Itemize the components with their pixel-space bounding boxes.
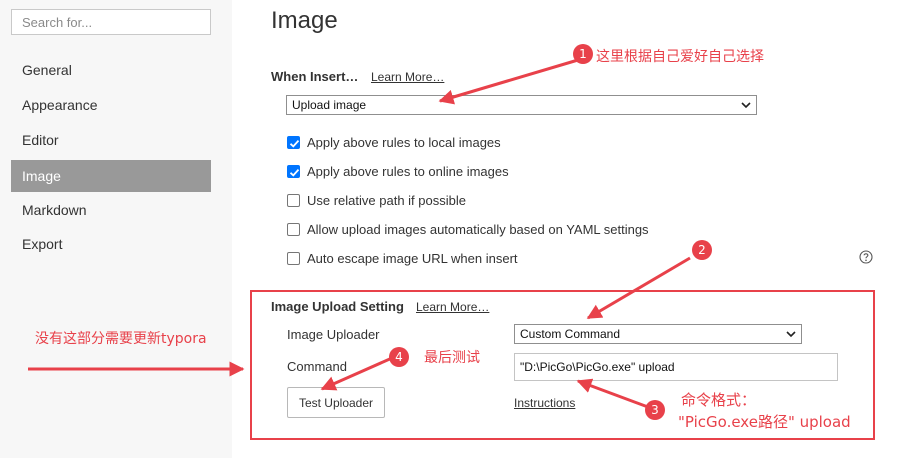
annotation-arrows [28, 58, 691, 409]
arrow-4 [320, 356, 393, 391]
annotation-note-3-line2: "PicGo.exe路径" upload [678, 413, 851, 431]
arrow-2 [586, 256, 691, 320]
annotation-badge-1: 1 [573, 44, 593, 64]
arrow-3 [576, 378, 649, 409]
annotation-badge-2: 2 [692, 240, 712, 260]
arrow-1 [438, 58, 579, 105]
annotation-badge-3: 3 [645, 400, 665, 420]
annotation-note-1: 这里根据自己爱好自己选择 [596, 49, 764, 65]
annotation-note-3-line1: 命令格式： [681, 391, 757, 409]
annotation-badge-4: 4 [389, 347, 409, 367]
annotation-note-4: 最后测试 [424, 350, 480, 366]
annotation-note-left: 没有这部分需要更新typora [35, 331, 207, 347]
preferences-window: General Appearance Editor Image Markdown… [0, 0, 898, 458]
